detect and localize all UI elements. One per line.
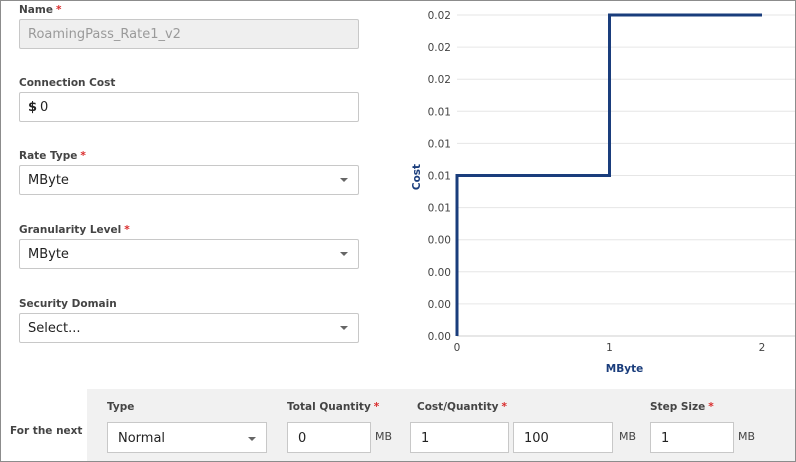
y-axis-title: Cost bbox=[411, 164, 423, 190]
security-domain-label: Security Domain bbox=[19, 298, 117, 310]
step-size-label: Step Size * bbox=[650, 401, 714, 413]
rate-type-select[interactable]: MByte bbox=[19, 165, 359, 195]
step-size-unit: MB bbox=[738, 430, 756, 443]
cost-chart: 0.00 0.00 0.00 0.00 0.01 0.01 0.01 0.01 0.02 0.02… bbox=[411, 10, 795, 375]
y-tick-label: 0.01 bbox=[428, 203, 451, 215]
quantity-input[interactable]: 100 bbox=[513, 422, 613, 453]
y-tick-label: 0.01 bbox=[428, 106, 451, 118]
chevron-down-icon bbox=[340, 252, 348, 256]
step-size-input[interactable]: 1 bbox=[650, 422, 734, 453]
name-input[interactable]: RoamingPass_Rate1_v2 bbox=[19, 19, 359, 49]
name-label: Name * bbox=[19, 4, 62, 16]
y-tick-label: 0.00 bbox=[428, 299, 451, 311]
chevron-down-icon bbox=[248, 437, 256, 441]
total-quantity-label: Total Quantity * bbox=[287, 401, 380, 413]
chevron-down-icon bbox=[340, 326, 348, 330]
y-tick-label: 0.00 bbox=[428, 267, 451, 279]
connection-cost-label: Connection Cost bbox=[19, 77, 116, 89]
for-next-label: For the next bbox=[10, 425, 83, 437]
chevron-down-icon bbox=[340, 178, 348, 182]
granularity-level-label: Granularity Level * bbox=[19, 224, 130, 236]
total-quantity-input[interactable]: 0 bbox=[287, 422, 371, 453]
granularity-level-select[interactable]: MByte bbox=[19, 239, 359, 269]
connection-cost-input[interactable]: $0 bbox=[19, 92, 359, 122]
x-axis-title: MByte bbox=[606, 363, 643, 375]
x-tick-label: 2 bbox=[759, 342, 766, 354]
y-tick-label: 0.01 bbox=[428, 138, 451, 150]
cost-input[interactable]: 1 bbox=[410, 422, 509, 453]
y-tick-label: 0.00 bbox=[428, 235, 451, 247]
y-tick-label: 0.02 bbox=[428, 74, 451, 86]
type-select[interactable]: Normal bbox=[107, 422, 267, 453]
total-quantity-unit: MB bbox=[375, 430, 393, 443]
y-tick-label: 0.02 bbox=[428, 10, 451, 22]
cost-quantity-unit: MB bbox=[619, 430, 637, 443]
security-domain-select[interactable]: Select... bbox=[19, 313, 359, 343]
x-tick-label: 1 bbox=[606, 342, 613, 354]
y-tick-label: 0.00 bbox=[428, 331, 451, 343]
y-tick-label: 0.02 bbox=[428, 42, 451, 54]
type-label: Type bbox=[107, 401, 135, 413]
currency-symbol: $ bbox=[28, 100, 38, 115]
rate-type-label: Rate Type * bbox=[19, 150, 86, 162]
y-tick-label: 0.01 bbox=[428, 171, 451, 183]
x-tick-label: 0 bbox=[454, 342, 461, 354]
cost-quantity-label: Cost/Quantity * bbox=[417, 401, 507, 413]
